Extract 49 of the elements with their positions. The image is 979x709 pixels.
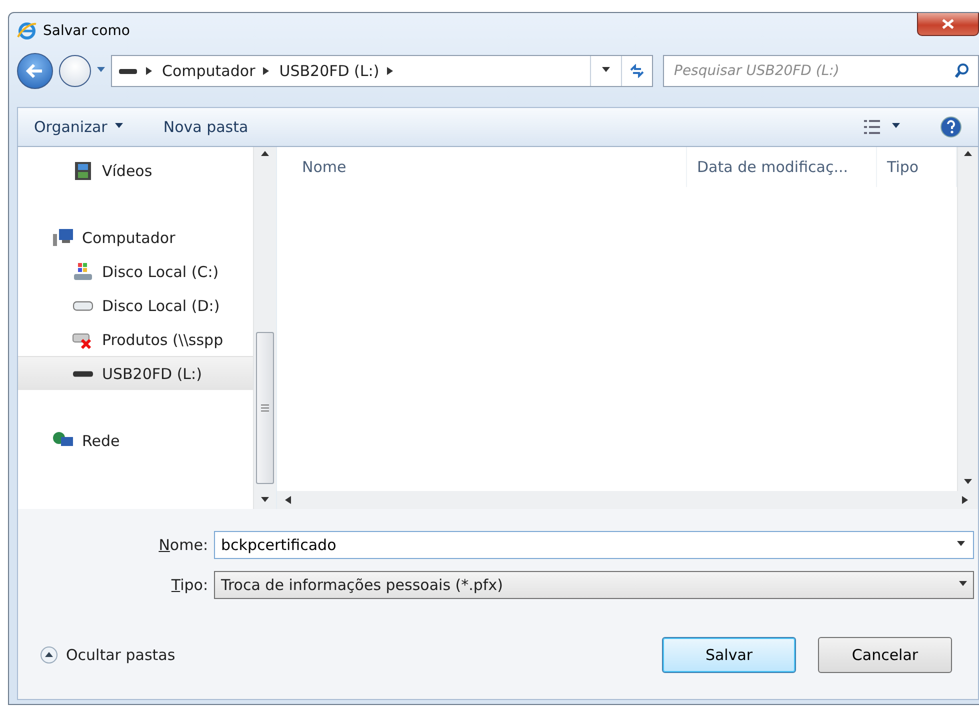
column-header[interactable]: Data de modificaç... [687, 147, 877, 187]
scroll-up-icon [261, 151, 269, 159]
window-title: Salvar como [43, 23, 131, 39]
new-folder-button[interactable]: Nova pasta [163, 118, 248, 136]
field-label: Nome: [158, 536, 209, 554]
breadcrumb[interactable]: USB20FD (L:) [279, 62, 380, 80]
scrollbar-thumb[interactable] [256, 332, 274, 484]
save-button[interactable]: Salvar [662, 637, 796, 673]
drive-icon [73, 300, 93, 310]
address-bar[interactable]: Computador USB20FD (L:) [111, 55, 653, 87]
file-type-dropdown[interactable]: Troca de informações pessoais (*.pfx) [214, 571, 974, 599]
grip-icon [261, 404, 269, 412]
help-icon[interactable] [940, 116, 962, 138]
computer-icon [52, 228, 74, 248]
chevron-right-icon [146, 67, 154, 75]
close-icon [942, 19, 954, 29]
usb-drive-icon [73, 370, 93, 376]
sidebar-item[interactable]: USB20FD (L:) [18, 356, 253, 390]
chevron-right-icon [263, 67, 272, 75]
collapse-icon [40, 646, 58, 664]
forward-button[interactable] [59, 55, 91, 87]
browser-logo-icon [17, 21, 37, 41]
file-name-field[interactable]: bckpcertificado [214, 531, 974, 559]
chevron-right-icon [387, 67, 396, 75]
back-button[interactable] [17, 53, 53, 89]
search-field[interactable]: Pesquisar USB20FD (L:) [663, 55, 979, 87]
field-label: Tipo: [170, 576, 209, 594]
column-header[interactable]: Nome [277, 147, 687, 187]
sidebar-item[interactable]: Disco Local (C:) [18, 254, 253, 288]
sidebar-item[interactable]: Produtos (\\sspp [18, 322, 253, 356]
sidebar-item[interactable]: Rede [18, 423, 253, 457]
back-arrow-icon [26, 63, 44, 79]
breadcrumb[interactable]: Computador [162, 62, 256, 80]
refresh-icon [629, 64, 645, 78]
organize-menu[interactable]: Organizar [34, 118, 124, 136]
search-icon [954, 63, 970, 79]
scroll-left-icon [285, 496, 293, 504]
film-icon [72, 160, 94, 180]
sidebar-item[interactable]: Disco Local (D:) [18, 288, 253, 322]
drive-icon [72, 262, 94, 282]
cancel-button[interactable]: Cancelar [818, 637, 952, 673]
scroll-right-icon [962, 496, 970, 504]
close-button[interactable] [917, 13, 979, 36]
hide-folders-toggle[interactable]: Ocultar pastas [40, 646, 176, 664]
scroll-up-icon [964, 151, 972, 159]
drive-icon [118, 66, 138, 76]
view-list-icon [864, 120, 880, 134]
sidebar-item[interactable]: Vídeos [18, 153, 253, 187]
sidebar-item[interactable]: Computador [18, 220, 253, 254]
